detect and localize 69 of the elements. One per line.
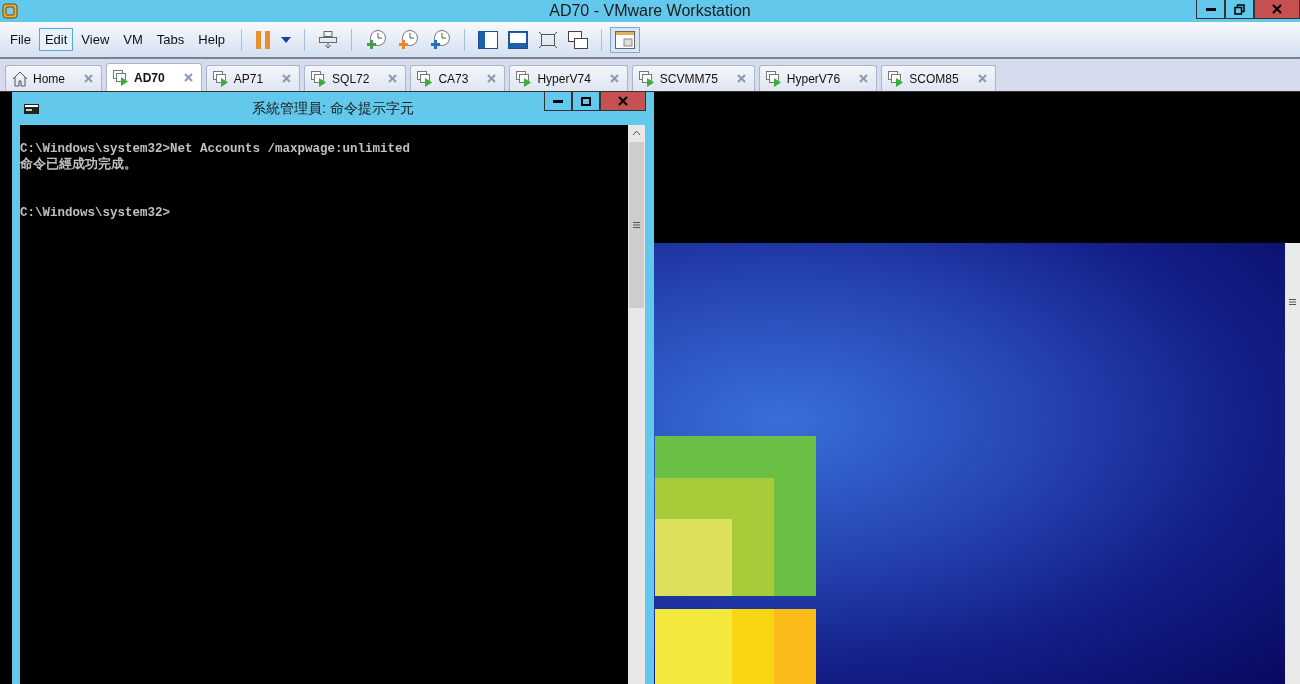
vm-icon	[516, 70, 533, 87]
grip-icon	[1289, 299, 1296, 305]
menu-item[interactable]: Edit	[38, 28, 74, 51]
minimize-icon	[1205, 7, 1216, 11]
minimize-icon	[553, 99, 563, 103]
keyboard-icon	[318, 29, 339, 50]
tab[interactable]: SCOM85	[881, 65, 996, 91]
close-icon	[1272, 4, 1282, 14]
close-icon[interactable]	[609, 74, 619, 83]
close-icon[interactable]	[282, 74, 292, 83]
vm-icon	[888, 70, 905, 87]
clock-icon	[365, 28, 388, 51]
toolbar-button[interactable]	[610, 26, 641, 53]
console-line: C:\Windows\system32>	[20, 206, 171, 220]
windows-icon	[568, 30, 589, 49]
vm-icon	[765, 70, 782, 87]
caret-icon	[281, 36, 292, 43]
terminal-icon	[24, 104, 39, 114]
vm-icon	[417, 70, 434, 87]
close-button[interactable]	[600, 92, 646, 111]
vm-icon	[311, 70, 328, 87]
close-icon[interactable]	[859, 74, 869, 83]
home-icon	[12, 70, 28, 87]
close-icon[interactable]	[183, 73, 193, 82]
close-icon[interactable]	[487, 74, 497, 83]
maximize-button[interactable]	[572, 92, 600, 111]
restore-button[interactable]	[1225, 0, 1254, 19]
restore-icon	[1234, 3, 1245, 15]
window-title: AD70 - VMware Workstation	[549, 2, 751, 19]
menu-item[interactable]: View	[75, 28, 116, 51]
scrollbar[interactable]	[1285, 243, 1300, 684]
console-line: 命令已經成功完成。	[20, 158, 137, 172]
menu-item[interactable]: File	[4, 28, 37, 51]
tab[interactable]: AD70	[106, 63, 202, 91]
close-icon[interactable]	[388, 74, 398, 83]
vm-icon	[638, 70, 655, 87]
clock-icon	[397, 28, 420, 51]
menu-item[interactable]: VM	[117, 28, 149, 51]
tab[interactable]: SQL72	[304, 65, 407, 91]
tab[interactable]: CA73	[410, 65, 506, 91]
close-button[interactable]	[1254, 0, 1300, 19]
console-title: 系統管理員: 命令提示字元	[252, 100, 414, 116]
minimize-button[interactable]	[544, 92, 572, 111]
close-icon[interactable]	[736, 74, 746, 83]
close-icon[interactable]	[84, 74, 93, 83]
minimize-button[interactable]	[1196, 0, 1225, 19]
tab[interactable]: Home	[5, 65, 102, 91]
sidebar-icon	[478, 30, 499, 49]
app-icon	[2, 3, 18, 19]
tab[interactable]: HyperV76	[758, 65, 878, 91]
console-line: C:\Windows\system32>Net Accounts /maxpwage:unlimited	[20, 142, 411, 156]
fullscreen-icon	[538, 30, 559, 49]
menu-item[interactable]: Tabs	[150, 28, 191, 51]
vm-icon	[113, 69, 129, 86]
scrollbar[interactable]	[628, 125, 645, 684]
close-icon[interactable]	[977, 74, 987, 83]
console-icon	[508, 30, 529, 49]
pause-icon	[255, 29, 272, 50]
menu-item[interactable]: Help	[192, 28, 232, 51]
grip-icon	[633, 222, 640, 228]
scroll-thumb[interactable]	[629, 142, 644, 308]
clock-icon	[429, 28, 452, 51]
vm-icon	[212, 70, 229, 87]
maximize-icon	[581, 96, 591, 106]
window-icon	[615, 30, 636, 49]
close-icon	[618, 96, 628, 106]
tab[interactable]: SCVMM75	[631, 65, 755, 91]
tab[interactable]: HyperV74	[509, 65, 628, 91]
tab[interactable]: AP71	[205, 65, 301, 91]
